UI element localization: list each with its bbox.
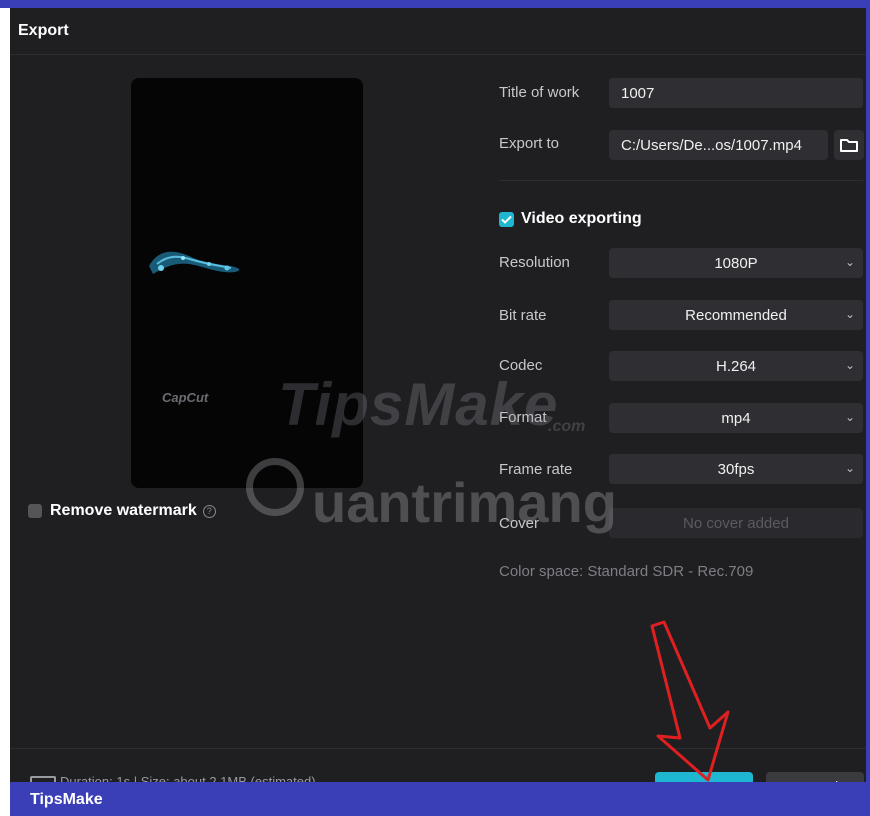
top-frame-border bbox=[0, 0, 870, 8]
bit-rate-value: Recommended bbox=[685, 306, 787, 324]
video-exporting-checkbox[interactable] bbox=[499, 211, 514, 227]
tipsmake-watermark: TipsMake bbox=[278, 371, 559, 438]
resolution-select[interactable]: 1080P ⌄ bbox=[609, 248, 863, 278]
remove-watermark-label: Remove watermark bbox=[50, 502, 197, 519]
quantrimang-logo-icon bbox=[246, 458, 304, 516]
frame-rate-value: 30fps bbox=[717, 460, 755, 478]
chevron-down-icon: ⌄ bbox=[844, 307, 855, 321]
chevron-down-icon: ⌄ bbox=[844, 255, 855, 269]
export-path-input[interactable]: C:/Users/De...os/1007.mp4 bbox=[609, 130, 828, 160]
tipsmake-watermark-domain: .com bbox=[548, 418, 586, 435]
browse-folder-button[interactable] bbox=[834, 130, 864, 160]
red-arrow-annotation bbox=[650, 620, 730, 782]
bit-rate-select[interactable]: Recommended ⌄ bbox=[609, 300, 863, 330]
chevron-down-icon: ⌄ bbox=[844, 358, 855, 372]
bit-rate-label: Bit rate bbox=[499, 307, 547, 324]
remove-watermark-checkbox[interactable] bbox=[28, 504, 42, 518]
format-value: mp4 bbox=[721, 409, 751, 427]
color-space-info: Color space: Standard SDR - Rec.709 bbox=[499, 563, 754, 580]
format-select[interactable]: mp4 ⌄ bbox=[609, 403, 863, 433]
title-of-work-input[interactable]: 1007 bbox=[609, 78, 863, 108]
frame-rate-select[interactable]: 30fps ⌄ bbox=[609, 454, 863, 484]
chevron-down-icon: ⌄ bbox=[844, 461, 855, 475]
question-circle-icon[interactable]: ? bbox=[202, 504, 216, 518]
export-to-label: Export to bbox=[499, 135, 560, 152]
banner-label: TipsMake bbox=[30, 791, 103, 808]
video-exporting-label: Video exporting bbox=[521, 210, 642, 227]
capcut-watermark: CapCut bbox=[162, 390, 209, 405]
cover-select[interactable]: No cover added bbox=[609, 508, 863, 538]
folder-icon bbox=[840, 139, 858, 152]
right-frame-border bbox=[866, 0, 870, 816]
dialog-title: Export bbox=[18, 22, 69, 39]
remove-watermark-option[interactable]: Remove watermark ? bbox=[28, 502, 216, 520]
chevron-down-icon: ⌄ bbox=[844, 410, 855, 424]
title-of-work-label: Title of work bbox=[499, 84, 580, 101]
codec-select[interactable]: H.264 ⌄ bbox=[609, 351, 863, 381]
resolution-label: Resolution bbox=[499, 254, 570, 271]
dialog-titlebar: Export bbox=[10, 8, 866, 55]
section-divider bbox=[499, 180, 863, 181]
codec-value: H.264 bbox=[715, 357, 757, 375]
video-exporting-toggle[interactable]: Video exporting bbox=[499, 210, 642, 228]
bottom-banner: TipsMake bbox=[10, 782, 870, 816]
quantrimang-watermark: uantrimang bbox=[312, 471, 617, 534]
checkmark-icon bbox=[501, 215, 512, 224]
resolution-value: 1080P bbox=[714, 254, 758, 272]
